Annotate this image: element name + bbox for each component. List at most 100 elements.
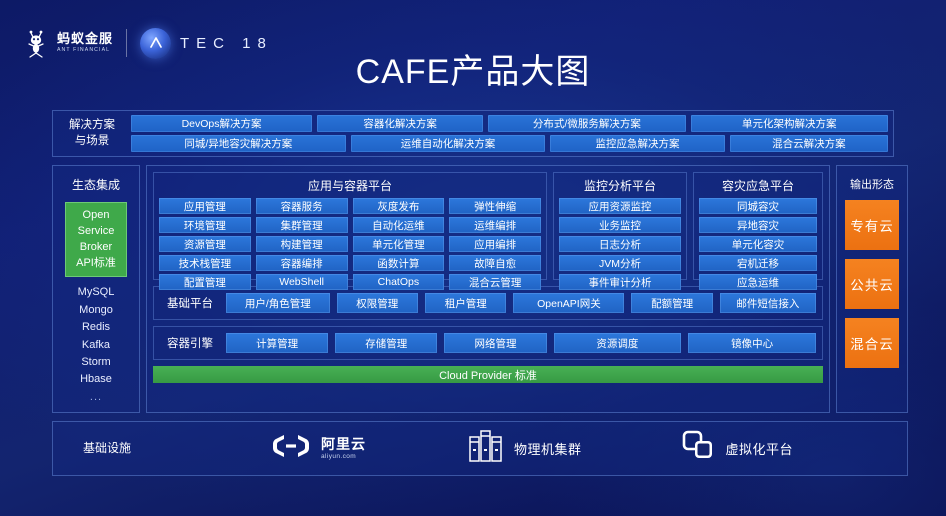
platform-cell[interactable]: 日志分析 [559, 236, 681, 252]
container-engine-cell[interactable]: 网络管理 [444, 333, 547, 353]
platform-column: 应用管理 环境管理 资源管理 技术栈管理 配置管理 [159, 198, 251, 290]
infrastructure-item-sublabel: aliyun.com [321, 452, 357, 460]
solutions-row-1: DevOps解决方案 容器化解决方案 分布式/微服务解决方案 单元化架构解决方案 [131, 115, 888, 132]
platform-cell[interactable]: 容器服务 [255, 198, 348, 214]
platform-cell[interactable]: ChatOps [352, 274, 445, 290]
list-item: Storm [81, 355, 111, 368]
platform-cell[interactable]: 环境管理 [159, 217, 251, 233]
container-engine-items: 计算管理 存储管理 网络管理 资源调度 镜像中心 [226, 333, 817, 353]
platform-cell[interactable]: 资源管理 [159, 236, 251, 252]
solutions-row-2: 同城/异地容灾解决方案 运维自动化解决方案 监控应急解决方案 混合云解决方案 [131, 135, 889, 152]
platform-cell[interactable]: 集群管理 [255, 217, 348, 233]
platform-cell[interactable]: 运维编排 [449, 217, 541, 233]
infrastructure-item-label: 阿里云 [321, 435, 366, 452]
platform-cell[interactable]: 构建管理 [255, 236, 348, 252]
solutions-section: 解决方案 与场景 DevOps解决方案 容器化解决方案 分布式/微服务解决方案 … [52, 110, 894, 157]
output-forms-section: 输出形态 专有云 公共云 混合云 [836, 165, 908, 413]
platform-cell[interactable]: 应用编排 [449, 236, 541, 252]
server-rack-icon [468, 429, 504, 468]
platform-cell[interactable]: 宕机迁移 [699, 255, 817, 271]
osb-line: API标准 [76, 256, 116, 269]
platform-cell[interactable]: 自动化运维 [352, 217, 445, 233]
list-item: Kafka [81, 338, 111, 351]
infrastructure-item-alibaba-cloud: 阿里云 aliyun.com [271, 432, 366, 465]
platform-cell[interactable]: 弹性伸缩 [449, 198, 541, 214]
container-engine-label: 容器引擎 [167, 338, 213, 350]
platform-cell[interactable]: 单元化容灾 [699, 236, 817, 252]
infrastructure-section: 基础设施 阿里云 aliyun.com 物理机集群 虚拟化平台 [52, 421, 908, 476]
solution-chip[interactable]: 同城/异地容灾解决方案 [131, 135, 346, 152]
output-forms-list: 专有云 公共云 混合云 [837, 200, 907, 368]
output-form-box[interactable]: 专有云 [845, 200, 899, 250]
container-engine-cell[interactable]: 计算管理 [226, 333, 329, 353]
platform-column: 容器服务 集群管理 构建管理 容器编排 WebShell [255, 198, 348, 290]
base-platform-cell[interactable]: 邮件短信接入 [719, 293, 817, 313]
output-form-box[interactable]: 混合云 [845, 318, 899, 368]
platform-cell[interactable]: 事件审计分析 [559, 274, 681, 290]
platform-column: 灰度发布 自动化运维 单元化管理 函数计算 ChatOps [352, 198, 445, 290]
open-service-broker-box[interactable]: Open Service Broker API标准 [65, 202, 127, 278]
platform-cell[interactable]: 灰度发布 [352, 198, 445, 214]
solution-chip[interactable]: 单元化架构解决方案 [690, 115, 888, 132]
platform-cell[interactable]: 函数计算 [352, 255, 445, 271]
platform-cell[interactable]: 应用管理 [159, 198, 251, 214]
base-platform-label: 基础平台 [167, 298, 213, 310]
app-container-platform: 应用与容器平台 应用管理 环境管理 资源管理 技术栈管理 配置管理 容器服务 集… [153, 172, 547, 290]
list-item-ellipsis: ... [89, 390, 103, 403]
base-platform-cell[interactable]: 租户管理 [425, 293, 507, 313]
base-platform-cell[interactable]: 用户/角色管理 [226, 293, 330, 313]
platform-cell[interactable]: 应急运维 [699, 274, 817, 290]
solutions-label-line1: 解决方案 [69, 118, 115, 131]
solution-chip[interactable]: 分布式/微服务解决方案 [488, 115, 686, 132]
solutions-label-line2: 与场景 [74, 134, 110, 147]
osb-line: Service [77, 224, 115, 237]
list-item: Hbase [80, 373, 112, 386]
alibaba-cloud-icon [271, 432, 311, 465]
ecosystem-section: 生态集成 Open Service Broker API标准 MySQL Mon… [52, 165, 140, 413]
solution-chip[interactable]: 监控应急解决方案 [550, 135, 725, 152]
platform-cell[interactable]: 容器编排 [255, 255, 348, 271]
platform-columns: 同城容灾 异地容灾 单元化容灾 宕机迁移 应急运维 [699, 198, 817, 290]
platform-cell[interactable]: 配置管理 [159, 274, 251, 290]
base-platform-cell[interactable]: 配额管理 [631, 293, 713, 313]
container-engine-cell[interactable]: 镜像中心 [688, 333, 817, 353]
platform-cell[interactable]: JVM分析 [559, 255, 681, 271]
solution-chip[interactable]: 混合云解决方案 [729, 135, 889, 152]
infrastructure-item-virtualization: 虚拟化平台 [682, 430, 794, 467]
platform-cell[interactable]: 异地容灾 [699, 217, 817, 233]
list-item: Redis [81, 321, 111, 334]
list-item: MySQL [77, 286, 115, 299]
platform-cell[interactable]: 单元化管理 [352, 236, 445, 252]
infrastructure-item-label: 虚拟化平台 [725, 442, 794, 457]
output-form-box[interactable]: 公共云 [845, 259, 899, 309]
platform-cell[interactable]: 业务监控 [559, 217, 681, 233]
platform-columns: 应用管理 环境管理 资源管理 技术栈管理 配置管理 容器服务 集群管理 构建管理… [159, 198, 541, 290]
platform-cell[interactable]: WebShell [255, 274, 348, 290]
ecosystem-title: 生态集成 [71, 178, 120, 192]
platform-cell[interactable]: 应用资源监控 [559, 198, 681, 214]
base-platform-cell[interactable]: 权限管理 [336, 293, 418, 313]
core-platform-section: 应用与容器平台 应用管理 环境管理 资源管理 技术栈管理 配置管理 容器服务 集… [146, 165, 830, 413]
platform-cell[interactable]: 技术栈管理 [159, 255, 251, 271]
infrastructure-items: 阿里云 aliyun.com 物理机集群 虚拟化平台 [161, 429, 907, 468]
solution-chip[interactable]: DevOps解决方案 [131, 115, 313, 132]
platform-cell[interactable]: 故障自愈 [449, 255, 541, 271]
platform-title: 容灾应急平台 [721, 179, 794, 193]
alibaba-cloud-wordmark: 阿里云 aliyun.com [321, 437, 366, 461]
list-item: Mongo [79, 303, 113, 316]
page-title: CAFE产品大图 [355, 53, 591, 91]
solution-chip[interactable]: 运维自动化解决方案 [350, 135, 546, 152]
infrastructure-item-physical-cluster: 物理机集群 [468, 429, 582, 468]
container-engine-cell[interactable]: 资源调度 [553, 333, 682, 353]
output-forms-title: 输出形态 [850, 179, 894, 191]
disaster-recovery-platform: 容灾应急平台 同城容灾 异地容灾 单元化容灾 宕机迁移 应急运维 [693, 172, 823, 290]
platform-cell[interactable]: 混合云管理 [449, 274, 541, 290]
platform-column: 弹性伸缩 运维编排 应用编排 故障自愈 混合云管理 [449, 198, 541, 290]
monitoring-analysis-platform: 监控分析平台 应用资源监控 业务监控 日志分析 JVM分析 事件审计分析 [553, 172, 687, 290]
infrastructure-item-label: 物理机集群 [514, 442, 582, 457]
platform-cell[interactable]: 同城容灾 [699, 198, 817, 214]
osb-line: Broker [79, 240, 113, 253]
base-platform-cell[interactable]: OpenAPI网关 [513, 293, 625, 313]
container-engine-cell[interactable]: 存储管理 [335, 333, 438, 353]
solution-chip[interactable]: 容器化解决方案 [317, 115, 484, 132]
